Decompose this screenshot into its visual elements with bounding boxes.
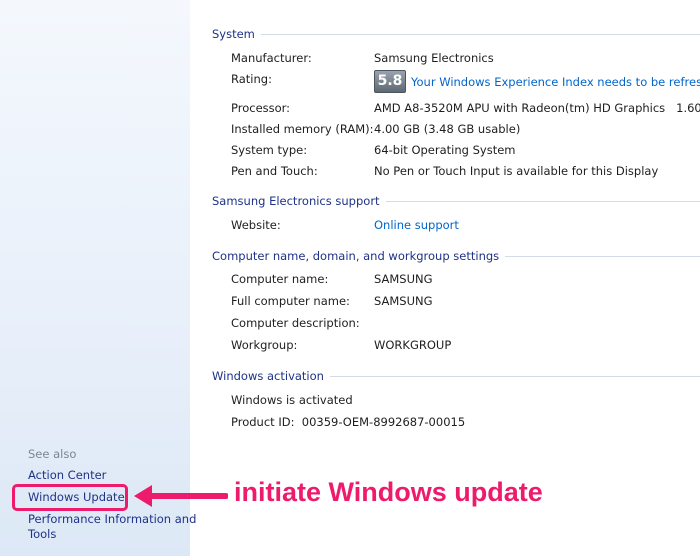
computer-name-label: Computer name: xyxy=(231,272,329,286)
pen-and-touch-value: No Pen or Touch Input is available for t… xyxy=(374,164,659,178)
support-section-heading: Samsung Electronics support xyxy=(212,194,700,208)
rating-label: Rating: xyxy=(231,72,272,86)
product-id: Product ID: 00359-OEM-8992687-00015 xyxy=(231,415,466,429)
section-divider xyxy=(505,255,700,257)
workgroup-label: Workgroup: xyxy=(231,338,298,352)
system-type-value: 64-bit Operating System xyxy=(374,143,516,157)
activation-section-heading: Windows activation xyxy=(212,369,700,383)
system-properties-panel: System Manufacturer: Samsung Electronics… xyxy=(190,0,700,556)
activation-heading-text: Windows activation xyxy=(212,369,324,383)
system-heading-text: System xyxy=(212,27,255,41)
experience-index-badge: 5.8 xyxy=(374,70,406,93)
manufacturer-label: Manufacturer: xyxy=(231,51,312,65)
computer-name-section-heading: Computer name, domain, and workgroup set… xyxy=(212,249,700,263)
experience-index-refresh-link[interactable]: Your Windows Experience Index needs to b… xyxy=(411,75,700,89)
section-divider xyxy=(385,200,700,202)
section-divider xyxy=(329,375,700,377)
arrow-left-icon xyxy=(134,485,228,507)
processor-value: AMD A8-3520M APU with Radeon(tm) HD Grap… xyxy=(374,101,700,115)
action-center-link[interactable]: Action Center xyxy=(28,468,106,482)
activation-status: Windows is activated xyxy=(231,393,353,407)
computer-name-value: SAMSUNG xyxy=(374,272,433,286)
processor-label: Processor: xyxy=(231,101,291,115)
support-heading-text: Samsung Electronics support xyxy=(212,194,380,208)
computer-name-heading-text: Computer name, domain, and workgroup set… xyxy=(212,249,500,263)
workgroup-value: WORKGROUP xyxy=(374,338,452,352)
annotation-text: initiate Windows update xyxy=(234,477,543,507)
section-divider xyxy=(260,33,700,35)
website-label: Website: xyxy=(231,218,281,232)
windows-update-highlight-box xyxy=(12,484,128,511)
computer-description-label: Computer description: xyxy=(231,316,360,330)
full-computer-name-label: Full computer name: xyxy=(231,294,350,308)
manufacturer-value: Samsung Electronics xyxy=(374,51,494,65)
rating-value: 5.8 Your Windows Experience Index needs … xyxy=(374,70,700,93)
system-type-label: System type: xyxy=(231,143,308,157)
system-section-heading: System xyxy=(212,27,700,41)
performance-information-link-tools[interactable]: Tools xyxy=(28,527,56,541)
installed-memory-label: Installed memory (RAM): xyxy=(231,122,374,136)
online-support-link[interactable]: Online support xyxy=(374,218,459,232)
installed-memory-value: 4.00 GB (3.48 GB usable) xyxy=(374,122,521,136)
performance-information-link[interactable]: Performance Information and xyxy=(28,512,196,526)
left-sidebar: See also Action Center Windows Update Pe… xyxy=(0,0,196,556)
see-also-heading: See also xyxy=(28,447,77,461)
full-computer-name-value: SAMSUNG xyxy=(374,294,433,308)
pen-and-touch-label: Pen and Touch: xyxy=(231,164,318,178)
